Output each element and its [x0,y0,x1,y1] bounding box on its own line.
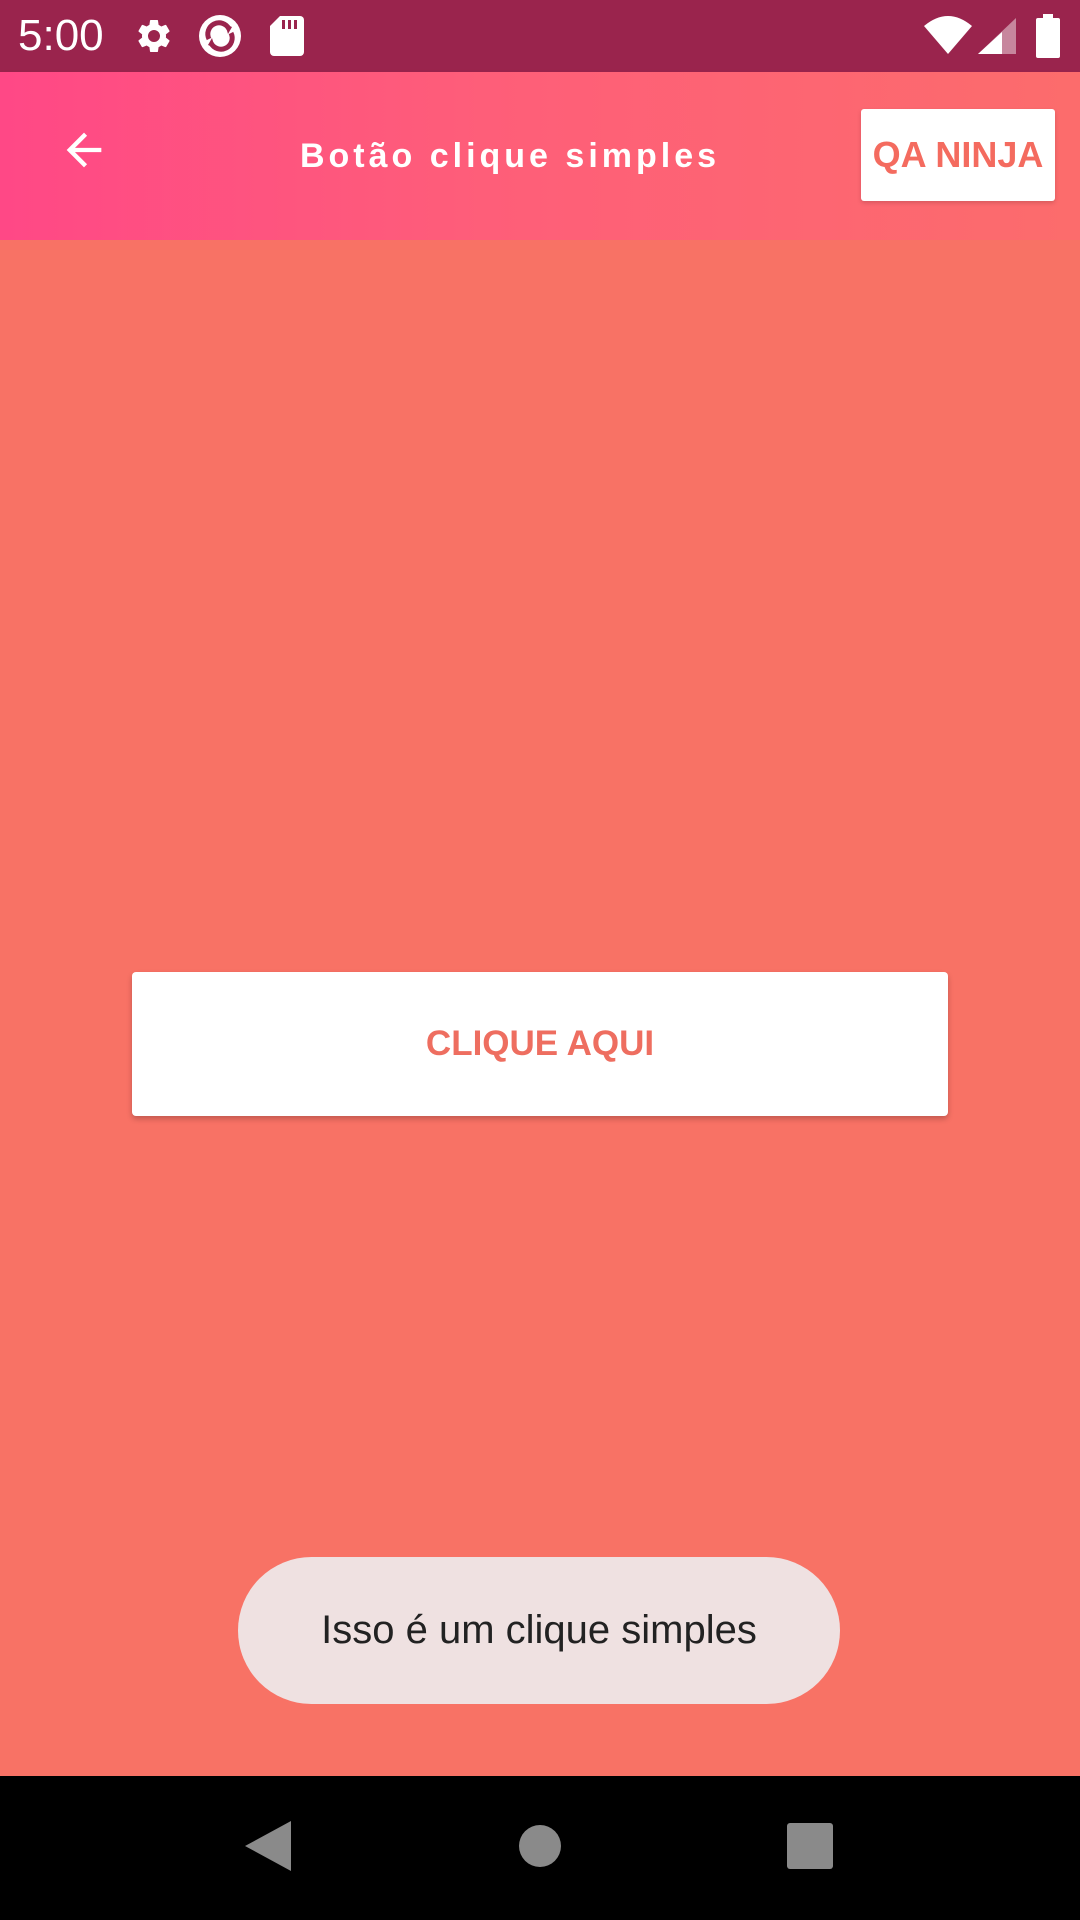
main-content: CLIQUE AQUI [0,240,1080,1776]
nav-recents-button[interactable] [760,1798,860,1898]
back-triangle-icon [245,1820,291,1876]
page-title: Botão clique simples [299,137,721,175]
app-bar: Botão clique simples QA NINJA [0,72,1080,240]
wifi-icon [924,16,972,54]
nav-home-button[interactable] [490,1798,590,1898]
clique-aqui-button[interactable]: CLIQUE AQUI [132,972,948,1116]
navigation-bar [0,1776,1080,1920]
home-circle-icon [518,1824,562,1873]
nav-back-button[interactable] [218,1798,318,1898]
back-button[interactable] [44,112,124,192]
status-time: 5:00 [18,11,104,60]
sync-icon [196,12,244,60]
arrow-left-icon [58,124,110,181]
recents-square-icon [787,1822,833,1874]
battery-icon [1036,14,1060,58]
signal-icon [978,18,1016,54]
qa-ninja-button[interactable]: QA NINJA [861,109,1055,201]
status-bar: 5:00 [0,0,1080,72]
sd-card-icon [270,16,304,56]
toast-message: Isso é um clique simples [238,1557,840,1704]
gear-icon [134,16,174,56]
